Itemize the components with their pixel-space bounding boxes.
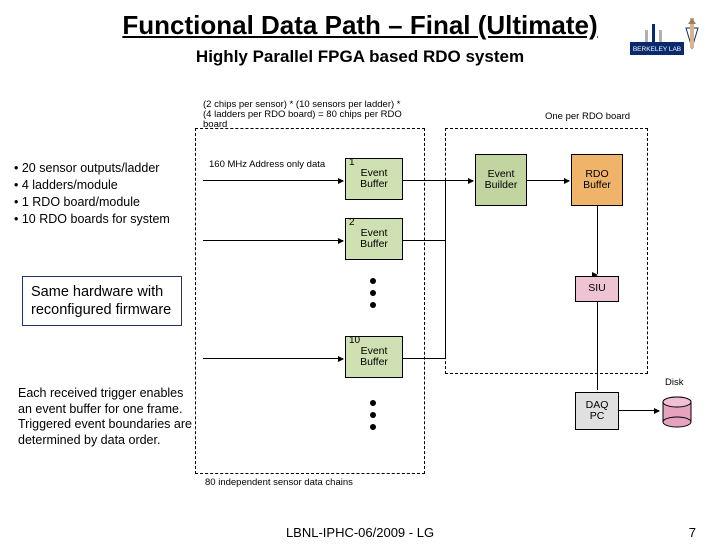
footer-label: LBNL-IPHC-06/2009 - LG [0, 525, 720, 540]
event-buffer-10: 10Event Buffer [345, 336, 403, 378]
bullet-item: 4 ladders/module [14, 177, 170, 194]
arrow-builder-rdobuf [527, 180, 569, 181]
logo-text: BERKELEY LAB [633, 46, 681, 53]
bullet-item: 10 RDO boards for system [14, 211, 170, 228]
chains-bottom-label: 80 independent sensor data chains [205, 478, 353, 488]
address-data-label: 160 MHz Address only data [209, 160, 325, 170]
rdo-buffer: RDO Buffer [571, 154, 623, 206]
arrow-in-10 [203, 358, 343, 359]
buffer-ellipsis-2 [370, 400, 376, 430]
page-title: Functional Data Path – Final (Ultimate) [40, 10, 680, 41]
arrow-to-builder [445, 180, 473, 181]
berkeley-lab-logo: BERKELEY LAB [630, 18, 708, 60]
arrow-daq-disk [619, 410, 659, 411]
block-diagram: (2 chips per sensor) * (10 sensors per l… [195, 100, 710, 500]
page-subtitle: Highly Parallel FPGA based RDO system [0, 47, 720, 67]
wire-buf10-out [403, 358, 445, 359]
rdo-board-label: One per RDO board [545, 112, 630, 122]
disk-icon [661, 396, 693, 435]
trigger-note: Each received trigger enables an event b… [18, 386, 198, 449]
event-buffer-1: 1Event Buffer [345, 158, 403, 200]
firmware-callout: Same hardware with reconfigured firmware [22, 276, 182, 326]
wire-siu-daq [597, 302, 598, 390]
wire-buf2-out [403, 240, 445, 241]
arrow-in-2 [203, 240, 343, 241]
buffer-ellipsis [370, 278, 376, 308]
event-builder: Event Builder [475, 154, 527, 206]
disk-label: Disk [665, 378, 683, 388]
wire-merge [445, 180, 446, 358]
bullet-item: 20 sensor outputs/ladder [14, 160, 170, 177]
event-buffer-2: 2Event Buffer [345, 218, 403, 260]
daq-pc-box: DAQ PC [575, 392, 619, 430]
page-number: 7 [689, 525, 696, 540]
bullet-item: 1 RDO board/module [14, 194, 170, 211]
wire-buf1-out [403, 180, 445, 181]
wire-rdo-siu [597, 206, 598, 274]
siu-box: SIU [575, 276, 619, 302]
arrow-in-1 [203, 180, 343, 181]
spec-bullets: 20 sensor outputs/ladder 4 ladders/modul… [14, 160, 170, 228]
sensor-chains-label: (2 chips per sensor) * (10 sensors per l… [203, 100, 423, 130]
